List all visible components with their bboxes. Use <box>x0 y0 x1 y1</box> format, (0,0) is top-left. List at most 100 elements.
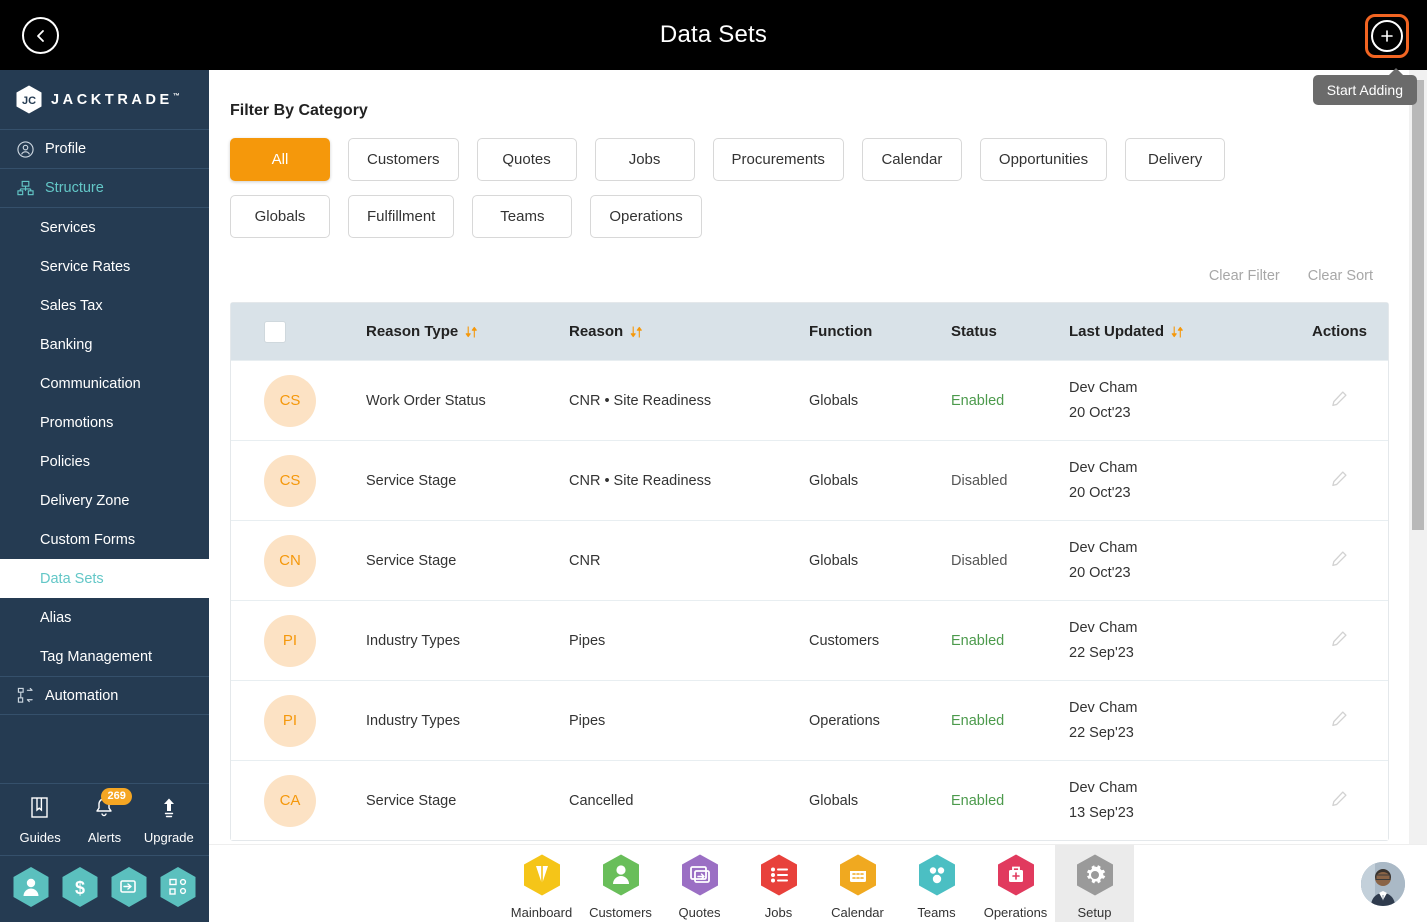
cell-last-updated: Dev Cham 22 Sep'23 <box>1069 620 1289 661</box>
person-hex-icon[interactable] <box>12 866 50 908</box>
updated-by: Dev Cham <box>1069 620 1138 636</box>
up-arrow-icon <box>158 796 180 825</box>
alerts-button[interactable]: 269 Alerts <box>73 788 135 845</box>
cell-actions <box>1289 790 1390 812</box>
dock-label: Mainboard <box>510 904 573 920</box>
dollar-hex-icon[interactable]: $ <box>61 866 99 908</box>
dock-item-customers[interactable]: Customers <box>581 845 660 922</box>
guides-label: Guides <box>19 830 61 845</box>
back-button[interactable] <box>22 17 59 54</box>
updated-by: Dev Cham <box>1069 700 1138 716</box>
filter-heading: Filter By Category <box>230 102 368 119</box>
sidebar-item-promotions[interactable]: Promotions <box>0 403 209 442</box>
column-header-reason-type[interactable]: Reason Type <box>366 323 569 340</box>
cell-reason-type: Industry Types <box>366 712 461 729</box>
row-avatar-cell: CS <box>231 454 366 507</box>
main-content: Filter By Category All Customers Quotes … <box>209 70 1427 922</box>
sidebar-item-label: Profile <box>45 141 87 157</box>
book-icon <box>29 796 51 825</box>
sidebar-item-service-rates[interactable]: Service Rates <box>0 247 209 286</box>
sidebar: JC JACKTRADE™ Profile Structure Services… <box>0 70 209 922</box>
dock-item-setup[interactable]: Setup <box>1055 844 1134 922</box>
sidebar-item-structure[interactable]: Structure <box>0 169 209 208</box>
operations-hex-icon <box>996 853 1036 902</box>
filter-chip-all[interactable]: All <box>230 138 330 181</box>
cell-function: Operations <box>809 712 880 729</box>
pencil-icon[interactable] <box>1331 390 1348 407</box>
sidebar-item-sales-tax[interactable]: Sales Tax <box>0 286 209 325</box>
dock-item-calendar[interactable]: Calendar <box>818 845 897 922</box>
sidebar-item-profile[interactable]: Profile <box>0 130 209 169</box>
filter-chip-quotes[interactable]: Quotes <box>476 138 577 181</box>
sidebar-item-label: Delivery Zone <box>40 492 130 509</box>
cell-actions <box>1289 630 1390 652</box>
pencil-icon[interactable] <box>1331 470 1348 487</box>
sidebar-item-custom-forms[interactable]: Custom Forms <box>0 520 209 559</box>
filter-chip-globals[interactable]: Globals <box>230 195 330 238</box>
updated-on: 13 Sep'23 <box>1069 805 1134 821</box>
user-photo-avatar[interactable] <box>1361 862 1405 906</box>
cell-actions <box>1289 550 1390 572</box>
sort-icon[interactable] <box>465 325 478 339</box>
dock-item-operations[interactable]: Operations <box>976 845 1055 922</box>
updated-by: Dev Cham <box>1069 780 1138 796</box>
sidebar-item-data-sets[interactable]: Data Sets <box>0 559 209 598</box>
cell-reason: CNR • Site Readiness <box>569 472 712 489</box>
table-row[interactable]: CS Work Order Status CNR • Site Readines… <box>231 360 1388 440</box>
add-button[interactable] <box>1365 14 1409 58</box>
column-header-reason[interactable]: Reason <box>569 323 809 340</box>
table-row[interactable]: PI Industry Types Pipes Operations Enabl… <box>231 680 1388 760</box>
quote-hex-icon[interactable] <box>110 866 148 908</box>
sitemap-icon <box>16 179 34 197</box>
filter-chip-delivery[interactable]: Delivery <box>1125 138 1226 181</box>
table-row[interactable]: CS Service Stage CNR • Site Readiness Gl… <box>231 440 1388 520</box>
scrollbar-thumb[interactable] <box>1412 80 1424 530</box>
table-row[interactable]: CA Service Stage Cancelled Globals Enabl… <box>231 760 1388 840</box>
filter-chip-calendar[interactable]: Calendar <box>861 138 962 181</box>
pencil-icon[interactable] <box>1331 630 1348 647</box>
sidebar-item-label: Automation <box>45 687 119 704</box>
upgrade-button[interactable]: Upgrade <box>138 796 200 845</box>
column-header-actions: Actions <box>1289 323 1390 340</box>
filter-chip-procurements[interactable]: Procurements <box>712 138 844 181</box>
sidebar-item-delivery-zone[interactable]: Delivery Zone <box>0 481 209 520</box>
sidebar-item-services[interactable]: Services <box>0 208 209 247</box>
select-all-checkbox[interactable] <box>264 320 286 343</box>
workflow-hex-icon[interactable] <box>159 866 197 908</box>
sort-icon[interactable] <box>1171 325 1184 339</box>
pencil-icon[interactable] <box>1331 550 1348 567</box>
pencil-icon[interactable] <box>1331 790 1348 807</box>
clear-filter-button[interactable]: Clear Filter <box>1209 268 1280 284</box>
column-header-last-updated[interactable]: Last Updated <box>1069 323 1289 340</box>
vertical-scrollbar[interactable] <box>1409 70 1427 844</box>
customers-hex-icon <box>601 853 641 902</box>
sidebar-item-alias[interactable]: Alias <box>0 598 209 637</box>
sort-icon[interactable] <box>630 325 643 339</box>
dock-item-quotes[interactable]: Quotes <box>660 845 739 922</box>
filter-chip-jobs[interactable]: Jobs <box>594 138 695 181</box>
filter-chip-customers[interactable]: Customers <box>348 138 459 181</box>
dock-item-mainboard[interactable]: Mainboard <box>502 845 581 922</box>
cell-last-updated: Dev Cham 20 Oct'23 <box>1069 380 1289 421</box>
avatar: CS <box>264 374 316 427</box>
clear-sort-button[interactable]: Clear Sort <box>1308 268 1373 284</box>
table-row[interactable]: CN Service Stage CNR Globals Disabled De… <box>231 520 1388 600</box>
sidebar-item-policies[interactable]: Policies <box>0 442 209 481</box>
dock-item-teams[interactable]: Teams <box>897 845 976 922</box>
filter-chip-operations[interactable]: Operations <box>590 195 702 238</box>
table-row[interactable]: PI Industry Types Pipes Customers Enable… <box>231 600 1388 680</box>
sidebar-item-label: Communication <box>40 375 141 392</box>
dock-item-jobs[interactable]: Jobs <box>739 845 818 922</box>
filter-chip-teams[interactable]: Teams <box>472 195 573 238</box>
column-header-function: Function <box>809 323 951 340</box>
sidebar-item-automation[interactable]: Automation <box>0 676 209 715</box>
pencil-icon[interactable] <box>1331 710 1348 727</box>
filter-chip-opportunities[interactable]: Opportunities <box>979 138 1108 181</box>
sidebar-item-tag-management[interactable]: Tag Management <box>0 637 209 676</box>
filter-chip-fulfillment[interactable]: Fulfillment <box>348 195 455 238</box>
status-badge: Enabled <box>951 392 1005 409</box>
guides-button[interactable]: Guides <box>9 796 71 845</box>
sidebar-item-communication[interactable]: Communication <box>0 364 209 403</box>
sidebar-item-banking[interactable]: Banking <box>0 325 209 364</box>
